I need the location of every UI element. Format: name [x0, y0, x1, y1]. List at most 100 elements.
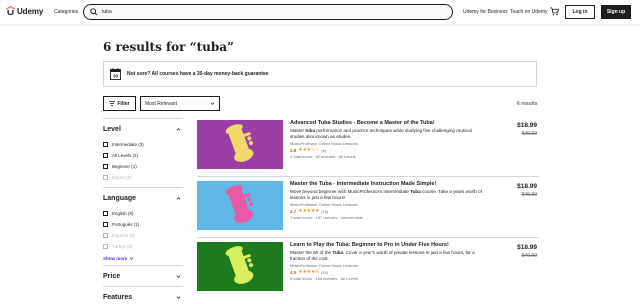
course-title[interactable]: Learn to Play the Tuba: Beginner to Pro …	[290, 242, 490, 248]
features-title: Features	[103, 293, 133, 301]
course-meta: 7 total hours · 107 lectures · Intermedi…	[290, 215, 364, 220]
show-more-link[interactable]: Show more	[103, 252, 183, 265]
chevron-down-icon	[176, 274, 181, 278]
course-thumbnail[interactable]	[197, 120, 283, 169]
banner-text: Not sure? All courses have a 30-day mone…	[127, 71, 269, 77]
checkbox[interactable]	[103, 142, 108, 147]
chevron-down-icon	[210, 102, 215, 105]
checkbox	[103, 244, 108, 249]
udemy-logo[interactable]: Udemy	[6, 6, 43, 16]
page-title: 6 results for “tuba”	[103, 40, 234, 54]
signup-button[interactable]: Sign up	[601, 5, 631, 19]
search-input[interactable]	[102, 7, 402, 17]
level-option-beginner[interactable]: Beginner (1)	[103, 161, 183, 172]
course-price: $18.99	[517, 183, 537, 190]
price-section: Price	[103, 265, 183, 286]
course-rating: 2.8 ★★★☆☆ (4)	[290, 147, 326, 153]
course-author: MusicProfessor Online Music Lessons	[290, 263, 358, 268]
search-bar	[83, 4, 453, 20]
money-back-banner: 30 Not sure? All courses have a 30-day m…	[103, 61, 537, 87]
checkbox[interactable]	[103, 153, 108, 158]
course-description: Move beyond beginner with MusicProfessor…	[290, 189, 482, 200]
chevron-up-icon	[176, 127, 181, 131]
top-nav-bar: Udemy Categories Udemy for Business Teac…	[0, 0, 640, 24]
course-price: $18.99	[517, 122, 537, 129]
level-option-expert: Expert (0)	[103, 172, 183, 183]
checkbox[interactable]	[103, 222, 108, 227]
course-thumbnail[interactable]	[197, 242, 283, 291]
level-section: Level Intermediate (3) All Levels (2) Be…	[103, 118, 183, 187]
chevron-up-icon	[176, 196, 181, 200]
features-section: Features	[103, 286, 183, 304]
udemy-logo-text: Udemy	[17, 6, 44, 16]
course-old-price: $49.99	[521, 253, 537, 259]
udemy-for-business-link[interactable]: Udemy for Business	[463, 9, 508, 15]
level-section-header[interactable]: Level	[103, 119, 183, 139]
language-section: Language English (5) Português (1) Españ…	[103, 187, 183, 265]
star-rating-icon: ★★★★★	[298, 208, 320, 214]
search-icon[interactable]	[90, 8, 98, 16]
course-card[interactable]: Advanced Tuba Studies - Become a Master …	[197, 120, 539, 177]
filter-icon	[109, 101, 116, 106]
chevron-down-icon	[176, 295, 181, 299]
rating-value: 2.8	[290, 147, 297, 153]
rating-value: 4.5	[290, 269, 297, 275]
course-description: Master the art of the Tuba: Cover a year…	[290, 250, 475, 261]
tuba-image	[197, 242, 283, 291]
course-author: MusicProfessor Online Music Lessons	[290, 141, 358, 146]
course-meta: 5 total hours · 106 lectures · All Level…	[290, 276, 358, 281]
divider	[197, 176, 539, 177]
divider	[197, 237, 539, 238]
results-count: 6 results	[517, 101, 538, 107]
rating-count: (16)	[321, 208, 329, 214]
course-description: Master tuba performance and practice tec…	[290, 128, 472, 139]
level-option-all-levels[interactable]: All Levels (2)	[103, 150, 183, 161]
course-title[interactable]: Advanced Tuba Studies - Become a Master …	[290, 120, 490, 126]
language-option-turkce: Türkçe (0)	[103, 241, 183, 252]
filter-label: Filter	[117, 100, 130, 107]
categories-menu[interactable]: Categories	[54, 9, 78, 15]
checkbox	[103, 233, 108, 238]
language-option-english[interactable]: English (5)	[103, 208, 183, 219]
checkbox[interactable]	[103, 164, 108, 169]
course-price: $18.99	[517, 244, 537, 251]
rating-count: (19)	[320, 269, 328, 275]
course-meta: 4 total hours · 62 lectures · All Levels	[290, 154, 356, 159]
course-author: MusicProfessor Online Music Lessons	[290, 202, 358, 207]
course-rating: 4.7 ★★★★★ (16)	[290, 208, 328, 214]
language-title: Language	[103, 194, 137, 202]
teach-on-udemy-link[interactable]: Teach on Udemy	[510, 9, 548, 15]
course-card[interactable]: Master the Tuba - Intermediate Instructi…	[197, 181, 539, 238]
checkbox[interactable]	[103, 211, 108, 216]
udemy-logo-icon	[6, 6, 15, 15]
tuba-image	[197, 181, 283, 230]
course-title[interactable]: Master the Tuba - Intermediate Instructi…	[290, 181, 490, 187]
level-title: Level	[103, 125, 121, 133]
filter-button[interactable]: Filter	[103, 96, 136, 111]
checkbox	[103, 175, 108, 180]
course-old-price: $49.99	[521, 131, 537, 137]
cart-icon[interactable]	[550, 7, 559, 16]
rating-count: (4)	[321, 147, 327, 153]
course-old-price: $49.99	[521, 192, 537, 198]
login-button[interactable]: Log in	[565, 5, 595, 19]
star-rating-icon: ★★★☆☆	[298, 147, 320, 153]
features-section-header[interactable]: Features	[103, 287, 183, 304]
price-title: Price	[103, 272, 121, 280]
language-section-header[interactable]: Language	[103, 188, 183, 208]
course-rating: 4.5 ★★★★½ (19)	[290, 269, 328, 275]
sort-select[interactable]: Most Relevant	[140, 96, 220, 111]
language-option-espanol: Español (0)	[103, 230, 183, 241]
filter-sidebar: Level Intermediate (3) All Levels (2) Be…	[103, 118, 183, 304]
calendar-day: 30	[113, 74, 119, 79]
language-option-portugues[interactable]: Português (1)	[103, 219, 183, 230]
rating-value: 4.7	[290, 208, 297, 214]
price-section-header[interactable]: Price	[103, 266, 183, 286]
star-rating-icon: ★★★★½	[298, 269, 319, 275]
calendar-icon: 30	[110, 68, 121, 80]
level-option-intermediate[interactable]: Intermediate (3)	[103, 139, 183, 150]
chevron-down-icon	[129, 257, 134, 260]
course-card[interactable]: Learn to Play the Tuba: Beginner to Pro …	[197, 242, 539, 296]
sort-value: Most Relevant	[145, 100, 177, 107]
course-thumbnail[interactable]	[197, 181, 283, 230]
